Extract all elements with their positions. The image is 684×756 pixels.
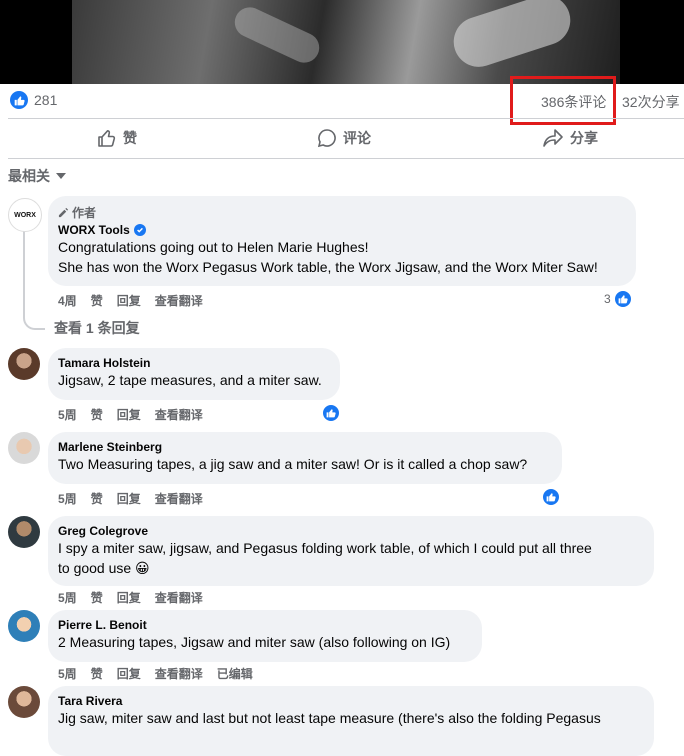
- comment-reply-link[interactable]: 回复: [117, 292, 141, 309]
- comment-reactions[interactable]: 3: [604, 290, 632, 308]
- comment-text-line: to good use 😀: [58, 560, 150, 576]
- divider: [8, 158, 684, 159]
- like-label: 赞: [123, 130, 137, 146]
- comment-text-line: Jigsaw, 2 tape measures, and a miter saw…: [58, 372, 322, 388]
- like-button[interactable]: 赞: [97, 128, 137, 148]
- like-count: 281: [34, 92, 58, 108]
- commenter-name[interactable]: Tamara Holstein: [58, 356, 330, 370]
- comment-translate-link[interactable]: 查看翻译: [155, 589, 203, 606]
- avatar[interactable]: WORX: [8, 198, 42, 232]
- like-reaction-icon: [322, 404, 340, 422]
- comment-time[interactable]: 5周: [58, 589, 77, 606]
- thumbs-up-icon: [98, 130, 116, 147]
- comment-reply-link[interactable]: 回复: [117, 665, 141, 682]
- commenter-name[interactable]: WORX Tools: [58, 223, 626, 237]
- comment-bubble: Greg Colegrove I spy a miter saw, jigsaw…: [48, 516, 654, 586]
- pencil-icon: [58, 207, 69, 218]
- comment-reply-link[interactable]: 回复: [117, 490, 141, 507]
- reply-thread-line: [23, 230, 45, 330]
- avatar[interactable]: [8, 432, 40, 464]
- verified-badge-icon: [133, 224, 146, 236]
- comment-translate-link[interactable]: 查看翻译: [155, 406, 203, 423]
- comment-button[interactable]: 评论: [317, 128, 371, 148]
- commenter-name[interactable]: Marlene Steinberg: [58, 440, 552, 454]
- author-tag-label: 作者: [72, 206, 97, 220]
- avatar[interactable]: [8, 516, 40, 548]
- comment-time[interactable]: 5周: [58, 490, 77, 507]
- comment-translate-link[interactable]: 查看翻译: [155, 490, 203, 507]
- like-reaction-icon: [613, 290, 632, 308]
- comment-bubble: 作者 WORX Tools Congratulations going out …: [48, 196, 636, 286]
- share-label: 分享: [570, 130, 598, 146]
- comment-reply-link[interactable]: 回复: [117, 589, 141, 606]
- comment-bubble-icon: [317, 129, 336, 148]
- comment-bubble: Marlene Steinberg Two Measuring tapes, a…: [48, 432, 562, 484]
- comment-like-link[interactable]: 赞: [91, 589, 103, 606]
- comment-bubble: Tara Rivera Jig saw, miter saw and last …: [48, 686, 654, 756]
- comment-time[interactable]: 5周: [58, 665, 77, 682]
- like-reaction-icon: [10, 91, 28, 109]
- post-image[interactable]: [0, 0, 684, 84]
- view-replies-link[interactable]: 查看 1 条回复: [54, 318, 140, 338]
- photo-highlight-2: [229, 2, 325, 68]
- reaction-count: 3: [604, 292, 611, 306]
- comment-text-line: She has won the Worx Pegasus Work table,…: [58, 259, 598, 275]
- comment-text-line: Congratulations going out to Helen Marie…: [58, 239, 369, 255]
- comment-bubble: Tamara Holstein Jigsaw, 2 tape measures,…: [48, 348, 340, 400]
- comment-translate-link[interactable]: 查看翻译: [155, 665, 203, 682]
- comment-like-link[interactable]: 赞: [91, 292, 103, 309]
- comment-meta: 5周 赞 回复 查看翻译: [58, 589, 203, 606]
- share-arrow-icon: [543, 129, 563, 147]
- comment-text-line: Two Measuring tapes, a jig saw and a mit…: [58, 456, 528, 472]
- share-count-link[interactable]: 32次分享: [622, 92, 680, 112]
- comment-like-link[interactable]: 赞: [91, 406, 103, 423]
- comment-text-line: 2 Measuring tapes, Jigsaw and miter saw …: [58, 634, 451, 650]
- comment-label: 评论: [343, 130, 371, 146]
- like-reaction-icon: [542, 488, 560, 506]
- comment-text-line: Jig saw, miter saw and last but not leas…: [58, 710, 601, 726]
- avatar[interactable]: [8, 686, 40, 718]
- comment-meta: 4周 赞 回复 查看翻译: [58, 292, 203, 309]
- comment-translate-link[interactable]: 查看翻译: [155, 292, 203, 309]
- comment-reply-link[interactable]: 回复: [117, 406, 141, 423]
- sort-label: 最相关: [8, 168, 50, 184]
- comment-text-line: I spy a miter saw, jigsaw, and Pegasus f…: [58, 540, 592, 556]
- commenter-name[interactable]: Pierre L. Benoit: [58, 618, 472, 632]
- photo-highlight: [447, 0, 577, 74]
- action-bar: 赞 评论 分享: [0, 122, 684, 156]
- edited-label: 已编辑: [216, 667, 253, 681]
- comment-sort-dropdown[interactable]: 最相关: [8, 166, 66, 186]
- comment-like-link[interactable]: 赞: [91, 665, 103, 682]
- comment-like-link[interactable]: 赞: [91, 490, 103, 507]
- comment-meta: 5周 赞 回复 查看翻译 已编辑: [58, 665, 253, 682]
- worx-logo: WORX: [14, 211, 36, 219]
- comment-time[interactable]: 4周: [58, 292, 77, 309]
- like-summary[interactable]: 281: [10, 91, 57, 109]
- comment-reactions[interactable]: [322, 404, 340, 422]
- commenter-name[interactable]: Greg Colegrove: [58, 524, 644, 538]
- avatar[interactable]: [8, 610, 40, 642]
- comment-time[interactable]: 5周: [58, 406, 77, 423]
- comment-meta: 5周 赞 回复 查看翻译: [58, 406, 203, 423]
- commenter-name-text: WORX Tools: [58, 223, 130, 237]
- comment-reactions[interactable]: [542, 488, 560, 506]
- author-badge: 作者: [58, 204, 626, 221]
- tool-photo: [72, 0, 620, 84]
- comment-meta: 5周 赞 回复 查看翻译: [58, 490, 203, 507]
- commenter-name[interactable]: Tara Rivera: [58, 694, 644, 708]
- caret-down-icon: [56, 173, 66, 179]
- divider: [8, 118, 684, 119]
- share-button[interactable]: 分享: [542, 128, 598, 148]
- avatar[interactable]: [8, 348, 40, 380]
- comment-bubble: Pierre L. Benoit 2 Measuring tapes, Jigs…: [48, 610, 482, 662]
